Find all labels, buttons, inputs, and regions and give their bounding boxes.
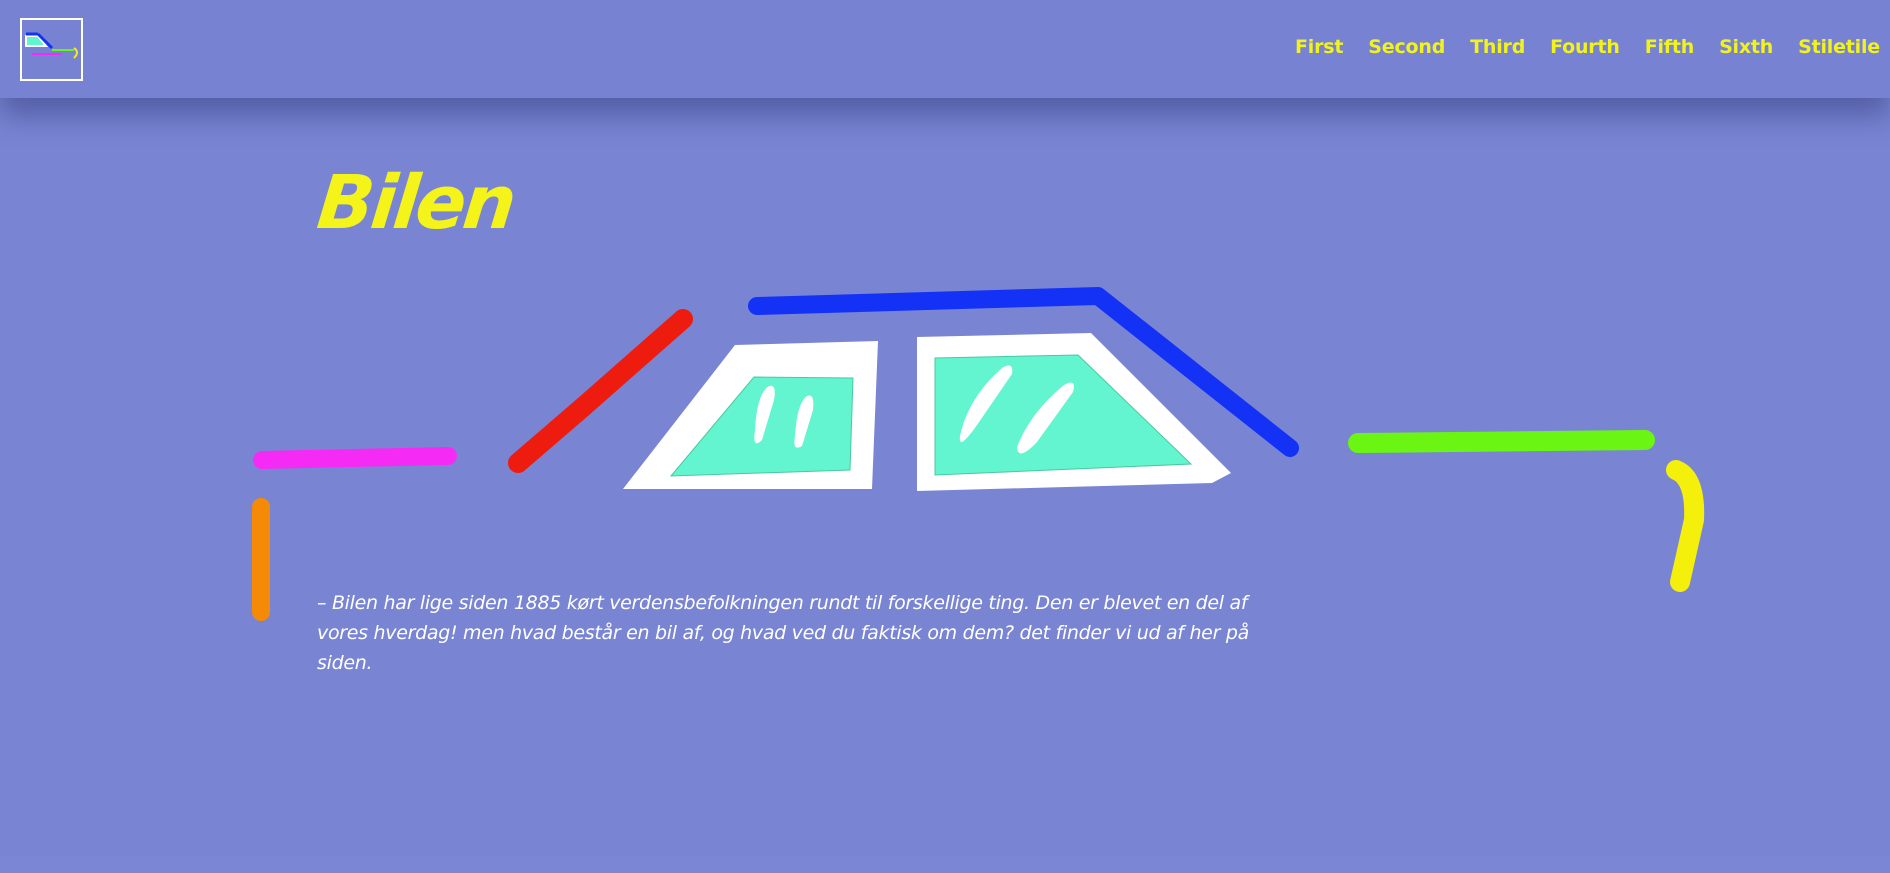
footer-strip — [0, 856, 1890, 873]
hood-stroke — [508, 309, 693, 473]
car-logo-icon — [25, 32, 78, 59]
trunk-stroke — [1348, 430, 1655, 453]
nav-link-first[interactable]: First — [1295, 36, 1343, 58]
roof-stroke — [748, 287, 1299, 457]
nav-link-stiletile[interactable]: Stiletile — [1798, 36, 1880, 58]
top-navbar: First Second Third Fourth Fifth Sixth St… — [0, 0, 1890, 98]
car-illustration — [252, 287, 1705, 621]
nav-link-third[interactable]: Third — [1470, 36, 1525, 58]
intro-paragraph: – Bilen har lige siden 1885 kørt verdens… — [317, 592, 1249, 674]
nav-link-fifth[interactable]: Fifth — [1645, 36, 1695, 58]
front-bumper-stroke — [253, 447, 457, 469]
nav-link-second[interactable]: Second — [1368, 36, 1445, 58]
rear-window — [917, 333, 1231, 491]
tail-stroke — [1666, 460, 1705, 592]
page: First Second Third Fourth Fifth Sixth St… — [0, 0, 1890, 873]
site-logo[interactable] — [20, 18, 83, 81]
front-window — [623, 341, 878, 489]
nav-link-sixth[interactable]: Sixth — [1719, 36, 1773, 58]
main-nav: First Second Third Fourth Fifth Sixth St… — [1270, 36, 1880, 58]
page-title: Bilen — [313, 160, 518, 246]
nav-link-fourth[interactable]: Fourth — [1550, 36, 1620, 58]
